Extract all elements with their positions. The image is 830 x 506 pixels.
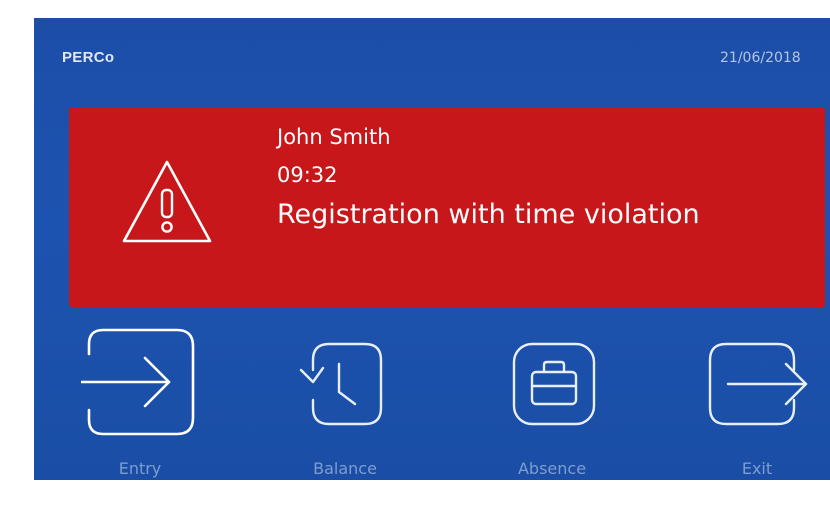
entry-arrow-icon	[81, 328, 195, 436]
absence-button[interactable]: Absence	[497, 324, 607, 480]
registration-time: 09:32	[277, 163, 338, 187]
alert-message: Registration with time violation	[277, 199, 700, 230]
exit-button[interactable]: Exit	[702, 324, 812, 480]
terminal-screen: PERCo 21/06/2018 John Smith 09:32 Regist…	[34, 18, 830, 480]
alert-panel: John Smith 09:32 Registration with time …	[69, 107, 825, 307]
exit-label: Exit	[741, 459, 773, 478]
balance-clock-icon	[299, 342, 383, 426]
absence-label: Absence	[517, 459, 587, 478]
entry-label: Entry	[118, 459, 162, 478]
briefcase-icon	[512, 342, 596, 426]
current-date: 21/06/2018	[720, 50, 801, 66]
entry-button[interactable]: Entry	[80, 324, 200, 480]
warning-triangle-icon	[122, 160, 212, 243]
balance-label: Balance	[313, 459, 377, 478]
employee-name: John Smith	[277, 125, 391, 149]
balance-button[interactable]: Balance	[290, 324, 400, 480]
exit-arrow-icon	[708, 342, 808, 426]
brand-logo: PERCo	[62, 49, 115, 66]
